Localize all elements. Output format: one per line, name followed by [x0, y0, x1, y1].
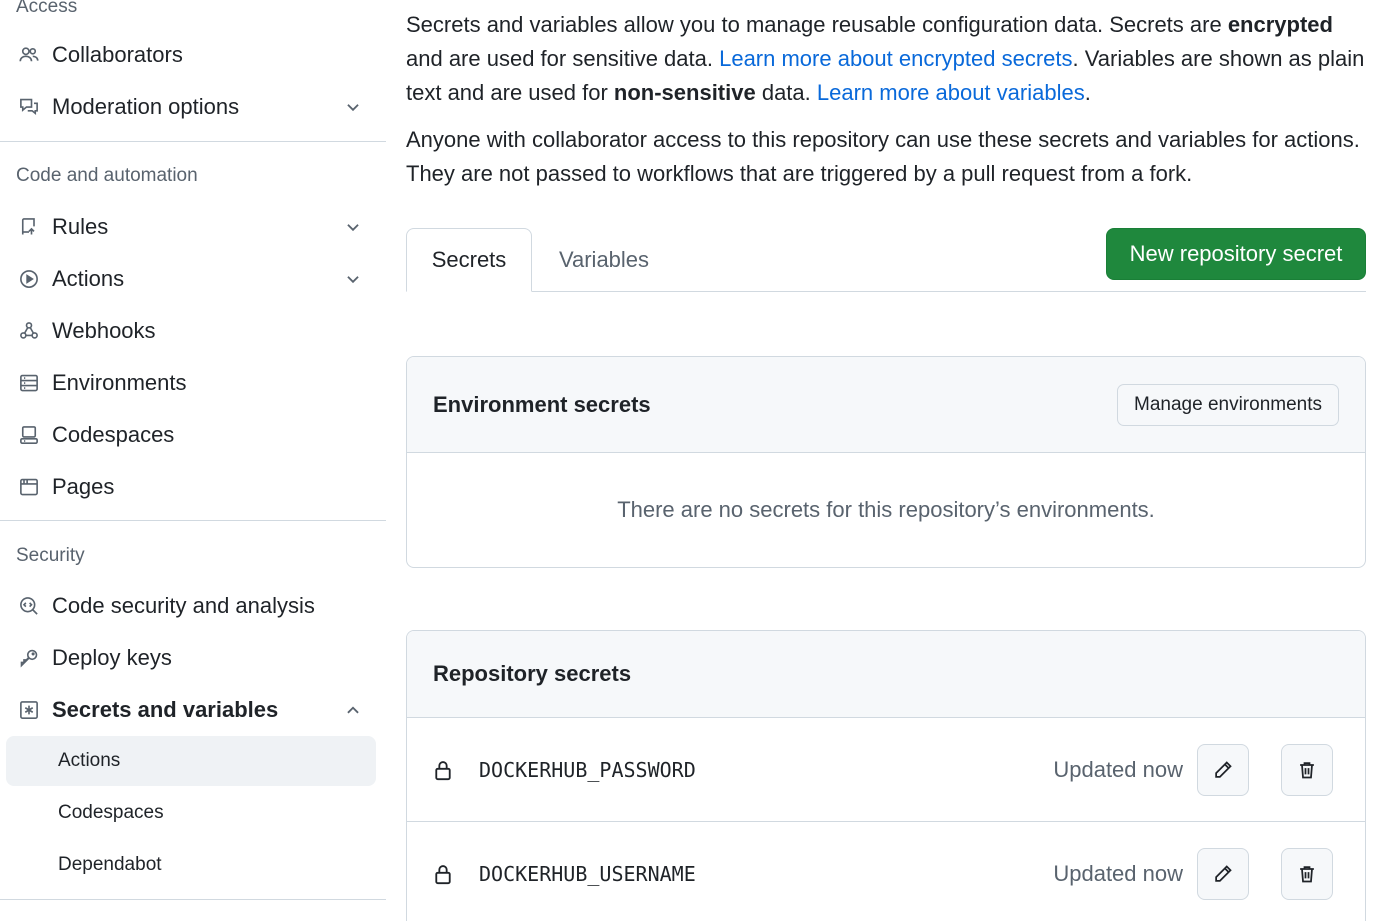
lock-icon [433, 863, 455, 885]
server-icon [18, 372, 40, 394]
sidebar-item-label: Webhooks [52, 318, 156, 343]
sidebar-item-webhooks[interactable]: Webhooks [6, 306, 376, 356]
sidebar-item-collaborators[interactable]: Collaborators [6, 30, 376, 80]
environment-secrets-empty-message: There are no secrets for this repository… [617, 497, 1155, 522]
sidebar-item-label: Rules [52, 214, 109, 239]
repository-secrets-title: Repository secrets [433, 661, 632, 686]
environment-secrets-title: Environment secrets [433, 391, 651, 417]
sidebar-item-label: Code security and analysis [52, 593, 315, 618]
repository-secrets-box: Repository secrets DOCKERHUB_PASSWORD Up… [406, 630, 1366, 921]
secret-name: DOCKERHUB_PASSWORD [479, 757, 696, 782]
chevron-down-icon[interactable] [344, 98, 362, 116]
intro-text: data. [755, 80, 817, 105]
secret-updated-time: Updated now [1053, 861, 1183, 886]
pencil-icon [1215, 760, 1232, 778]
sidebar-item-pages[interactable]: Pages [6, 462, 376, 512]
sidebar-item-label: Moderation options [52, 94, 240, 119]
browser-icon [18, 476, 40, 498]
delete-secret-button[interactable] [1281, 848, 1333, 900]
intro-bold-encrypted: encrypted [1227, 12, 1333, 37]
intro-bold-non-sensitive: non-sensitive [613, 80, 756, 105]
sidebar-item-environments[interactable]: Environments [6, 358, 376, 408]
key-icon [18, 647, 40, 669]
environment-secrets-header: Environment secrets Manage environments [407, 357, 1365, 453]
lock-icon [433, 759, 455, 781]
sidebar-item-secrets-and-variables[interactable]: Secrets and variables [6, 685, 376, 735]
sidebar-item-label: Environments [52, 370, 187, 395]
access-heading: Access [16, 0, 78, 17]
collaborator-note: Anyone with collaborator access to this … [406, 127, 1360, 186]
edit-secret-button[interactable] [1197, 848, 1249, 900]
repo-push-icon [18, 216, 40, 238]
intro-text: and are used for sensitive data. [406, 46, 720, 71]
secret-updated-time: Updated now [1053, 756, 1183, 782]
sidebar-subitem-actions[interactable]: Actions [6, 736, 376, 786]
environment-secrets-box: Environment secrets Manage environments … [406, 356, 1366, 568]
sidebar-item-deploy-keys[interactable]: Deploy keys [6, 633, 376, 683]
people-icon [18, 44, 40, 66]
secret-row: DOCKERHUB_USERNAME Updated now [407, 822, 1365, 921]
webhook-icon [18, 320, 40, 342]
tabs-underline [406, 291, 1366, 292]
tab-secrets[interactable]: Secrets [406, 228, 532, 292]
sidebar-item-label: Codespaces [52, 422, 175, 447]
delete-secret-button[interactable] [1281, 743, 1333, 796]
new-repository-secret-button[interactable]: New repository secret [1106, 228, 1366, 280]
sidebar-subitem-label: Codespaces [58, 802, 164, 823]
key-asterisk-icon [18, 699, 40, 721]
learn-more-secrets-link[interactable]: Learn more about encrypted secrets [719, 46, 1072, 71]
trash-icon [1300, 866, 1314, 883]
sidebar-item-code-security[interactable]: Code security and analysis [6, 581, 376, 631]
intro-text: Secrets and variables allow you to manag… [406, 12, 1228, 37]
tab-variables[interactable]: Variables [536, 228, 672, 292]
secret-name: DOCKERHUB_USERNAME [479, 862, 696, 886]
sidebar-item-rules[interactable]: Rules [6, 202, 376, 252]
chevron-down-icon[interactable] [344, 218, 362, 236]
settings-sidebar: Access Collaborators Moderation options … [0, 0, 386, 921]
sidebar-item-actions[interactable]: Actions [6, 254, 376, 304]
sidebar-subitem-label: Actions [58, 750, 121, 771]
manage-environments-button[interactable]: Manage environments [1117, 384, 1339, 426]
repository-secrets-header: Repository secrets [407, 631, 1365, 718]
sidebar-item-label: Deploy keys [52, 645, 172, 670]
sidebar-divider [0, 141, 386, 142]
sidebar-item-moderation-options[interactable]: Moderation options [6, 82, 376, 132]
edit-secret-button[interactable] [1197, 743, 1249, 796]
security-heading: Security [16, 545, 85, 566]
trash-icon [1300, 761, 1314, 778]
play-icon [18, 268, 40, 290]
chevron-down-icon[interactable] [344, 270, 362, 288]
comment-discussion-icon [18, 96, 40, 118]
code-automation-heading: Code and automation [16, 165, 198, 186]
sidebar-subitem-label: Dependabot [58, 854, 162, 875]
sidebar-item-label: Collaborators [52, 42, 183, 67]
codespaces-icon [18, 424, 40, 446]
intro-paragraph: Secrets and variables allow you to manag… [406, 8, 1366, 110]
sidebar-subitem-codespaces[interactable]: Codespaces [6, 788, 376, 838]
learn-more-variables-link[interactable]: Learn more about variables [817, 80, 1085, 105]
pencil-icon [1215, 865, 1232, 882]
codescan-icon [18, 595, 40, 617]
secret-row: DOCKERHUB_PASSWORD Updated now [407, 718, 1365, 822]
sidebar-item-codespaces[interactable]: Codespaces [6, 410, 376, 460]
intro-text: . [1084, 80, 1091, 105]
sidebar-item-label: Pages [52, 474, 115, 499]
sidebar-item-label: Secrets and variables [52, 697, 279, 722]
sidebar-item-label: Actions [52, 266, 125, 291]
sidebar-divider [0, 520, 386, 521]
sidebar-divider [0, 899, 386, 900]
sidebar-subitem-dependabot[interactable]: Dependabot [6, 840, 376, 890]
chevron-up-icon[interactable] [344, 701, 362, 719]
